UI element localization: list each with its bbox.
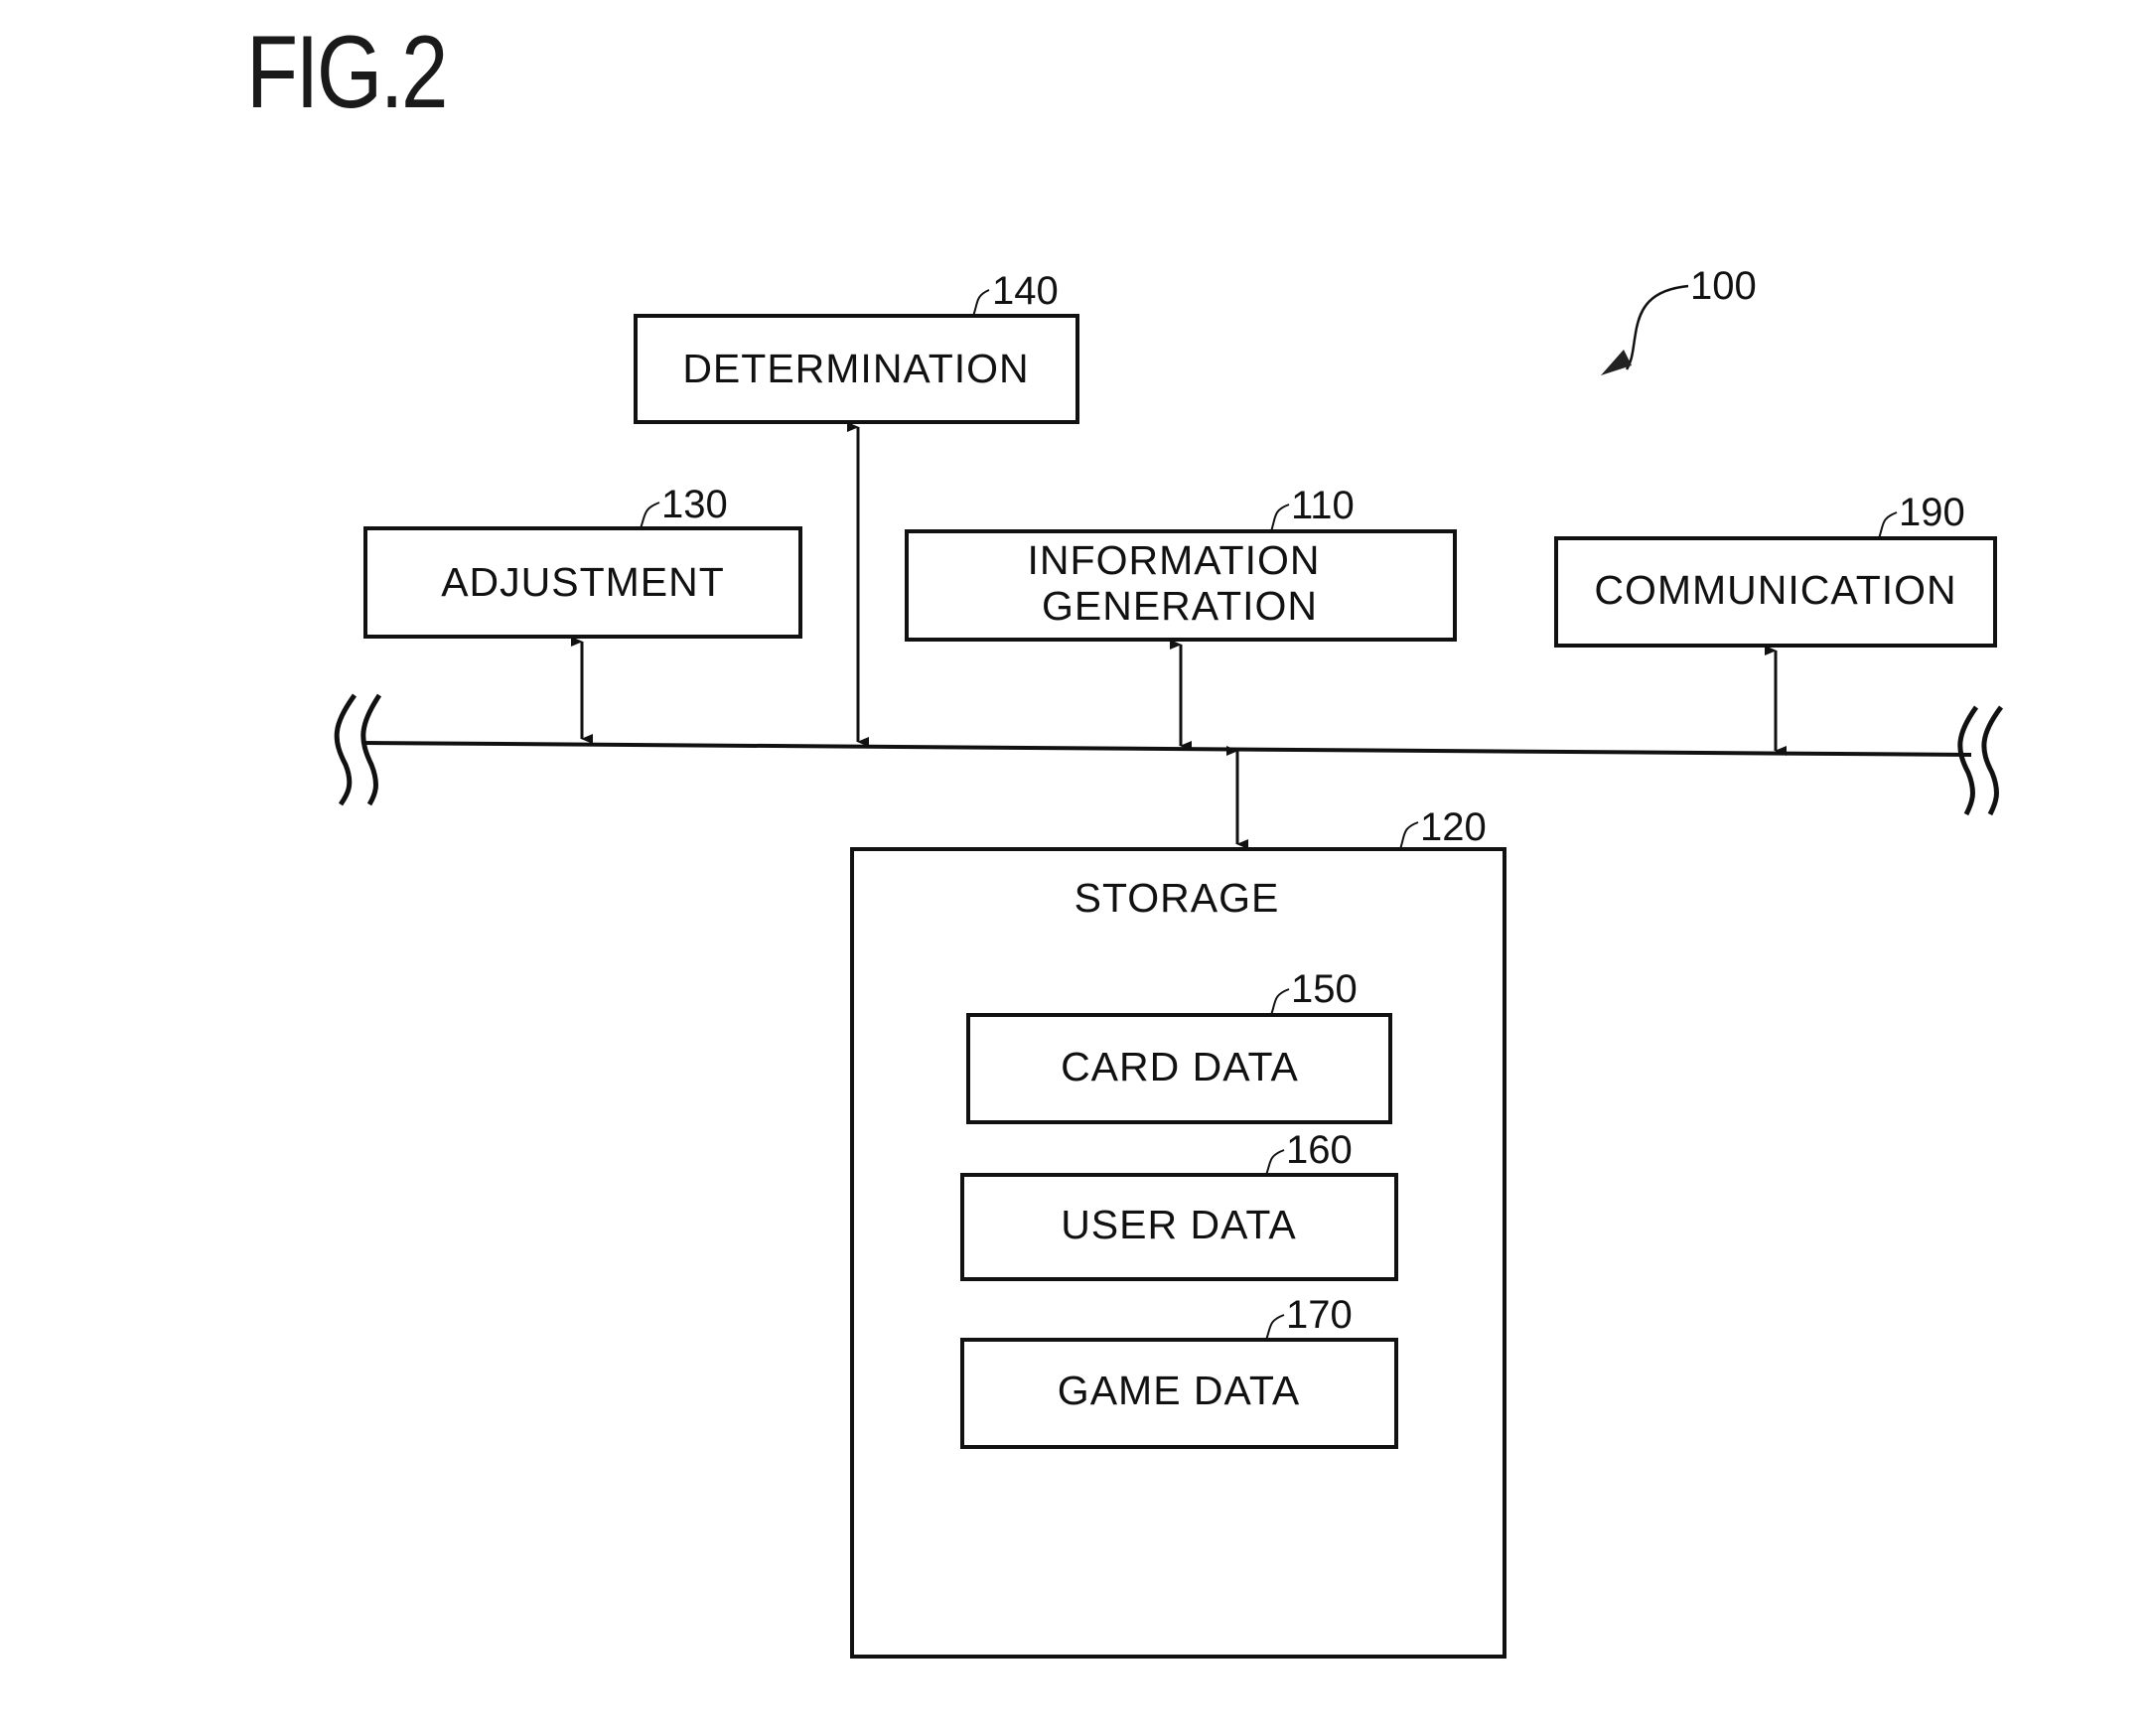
system-leader-arrowhead-icon xyxy=(1601,350,1632,375)
user-data-ref: 160 xyxy=(1286,1128,1353,1172)
block-diagram: 100 DETERMINATION 140 ADJUSTMENT 130 INF… xyxy=(334,264,2004,1659)
adjustment-block: ADJUSTMENT 130 xyxy=(363,483,802,744)
bus-break-left-icon xyxy=(334,693,382,806)
communication-label: COMMUNICATION xyxy=(1594,567,1956,613)
system-bus xyxy=(334,693,2004,816)
adjustment-ref: 130 xyxy=(661,483,728,526)
communication-block: COMMUNICATION 190 xyxy=(1554,491,1997,756)
user-data-label: USER DATA xyxy=(1061,1202,1297,1247)
storage-leader xyxy=(1399,821,1419,850)
storage-block: STORAGE 120 CARD DATA 150 USER DATA 160 … xyxy=(850,746,1506,1659)
card-data-label: CARD DATA xyxy=(1061,1044,1299,1089)
determination-label: DETERMINATION xyxy=(682,346,1029,391)
adjustment-label: ADJUSTMENT xyxy=(441,559,725,605)
information-generation-label-line2: GENERATION xyxy=(1042,583,1318,629)
game-data-ref: 170 xyxy=(1286,1293,1353,1337)
game-data-label: GAME DATA xyxy=(1058,1368,1300,1413)
system-reference: 100 xyxy=(1601,264,1757,375)
communication-ref: 190 xyxy=(1899,491,1965,534)
communication-leader xyxy=(1878,511,1898,539)
information-generation-label-line1: INFORMATION xyxy=(1028,537,1321,583)
adjustment-leader xyxy=(640,502,660,529)
bus-line xyxy=(362,741,1972,757)
information-generation-block: INFORMATION GENERATION 110 xyxy=(905,484,1457,751)
determination-leader xyxy=(972,289,990,317)
storage-ref: 120 xyxy=(1420,805,1487,849)
system-ref-label: 100 xyxy=(1690,264,1757,308)
information-generation-leader xyxy=(1270,504,1290,532)
system-leader-line xyxy=(1625,284,1689,370)
determination-ref: 140 xyxy=(992,269,1059,313)
card-data-ref: 150 xyxy=(1291,967,1358,1011)
information-generation-ref: 110 xyxy=(1291,484,1355,527)
storage-label: STORAGE xyxy=(1075,875,1280,921)
bus-break-right-icon xyxy=(1957,705,2004,816)
